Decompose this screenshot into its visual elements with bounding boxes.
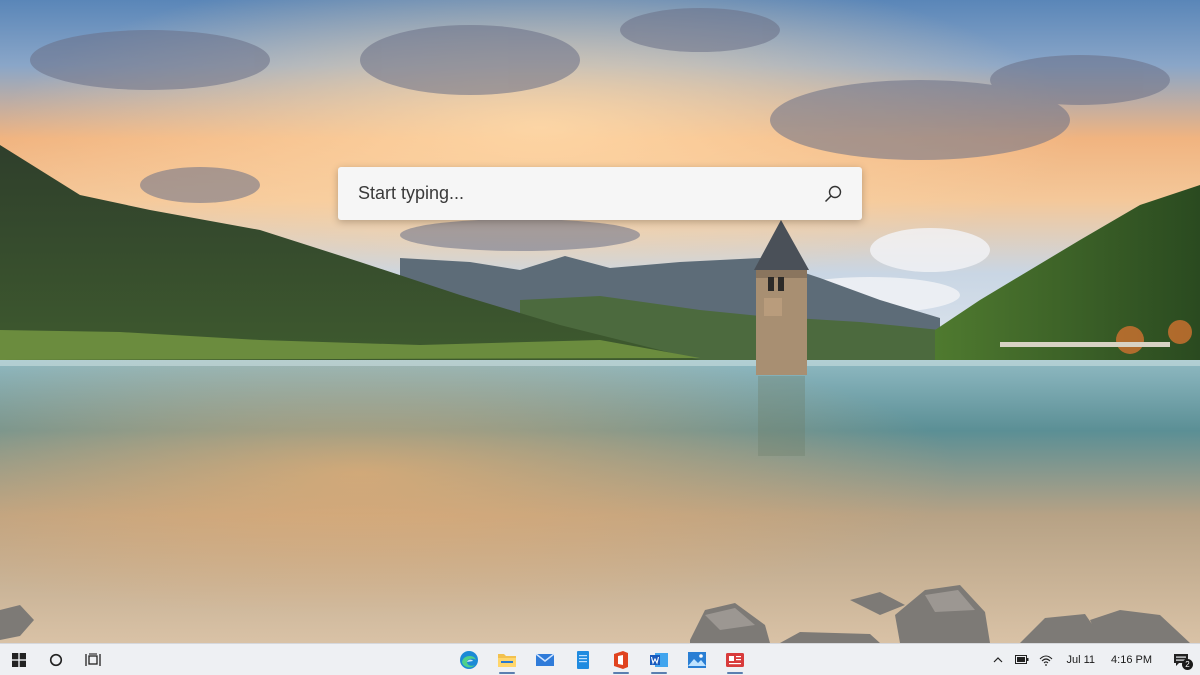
mail-icon xyxy=(535,652,555,666)
clock-date[interactable]: Jul 11 xyxy=(1058,654,1103,666)
taskbar-app-office[interactable] xyxy=(602,644,640,675)
taskbar-app-mail[interactable] xyxy=(526,644,564,675)
lake-church-tower-image xyxy=(0,0,1200,643)
edge-icon xyxy=(460,650,478,669)
taskbar-app-file-explorer[interactable] xyxy=(488,644,526,675)
notepad-icon xyxy=(577,650,589,669)
notification-count-badge: 2 xyxy=(1182,659,1193,670)
search-icon[interactable] xyxy=(822,183,844,205)
folder-icon xyxy=(498,653,516,667)
desktop-wallpaper xyxy=(0,0,1200,643)
word-icon xyxy=(650,652,668,667)
circle-icon xyxy=(49,653,63,666)
taskbar-app-edge[interactable] xyxy=(450,644,488,675)
taskbar-app-notepad[interactable] xyxy=(564,644,602,675)
clock-time[interactable]: 4:16 PM xyxy=(1103,654,1160,666)
system-tray: Jul 11 4:16 PM 2 xyxy=(986,644,1200,675)
news-icon xyxy=(726,652,744,667)
notification-center-button[interactable]: 2 xyxy=(1166,644,1196,675)
taskbar: Jul 11 4:16 PM 2 xyxy=(0,643,1200,675)
search-input[interactable] xyxy=(358,178,822,209)
battery-icon[interactable] xyxy=(1010,644,1034,675)
task-view-icon xyxy=(85,652,101,666)
taskbar-app-word[interactable] xyxy=(640,644,678,675)
photos-icon xyxy=(688,651,706,668)
office-icon xyxy=(614,650,628,669)
pinned-apps xyxy=(450,644,754,675)
wifi-icon[interactable] xyxy=(1034,644,1058,675)
taskbar-app-news[interactable] xyxy=(716,644,754,675)
search-button[interactable] xyxy=(43,644,69,675)
chevron-up-icon[interactable] xyxy=(986,644,1010,675)
start-button[interactable] xyxy=(6,644,32,675)
task-view-button[interactable] xyxy=(80,644,106,675)
search-box[interactable] xyxy=(338,167,862,220)
taskbar-app-photos[interactable] xyxy=(678,644,716,675)
windows-logo-icon xyxy=(12,652,26,667)
